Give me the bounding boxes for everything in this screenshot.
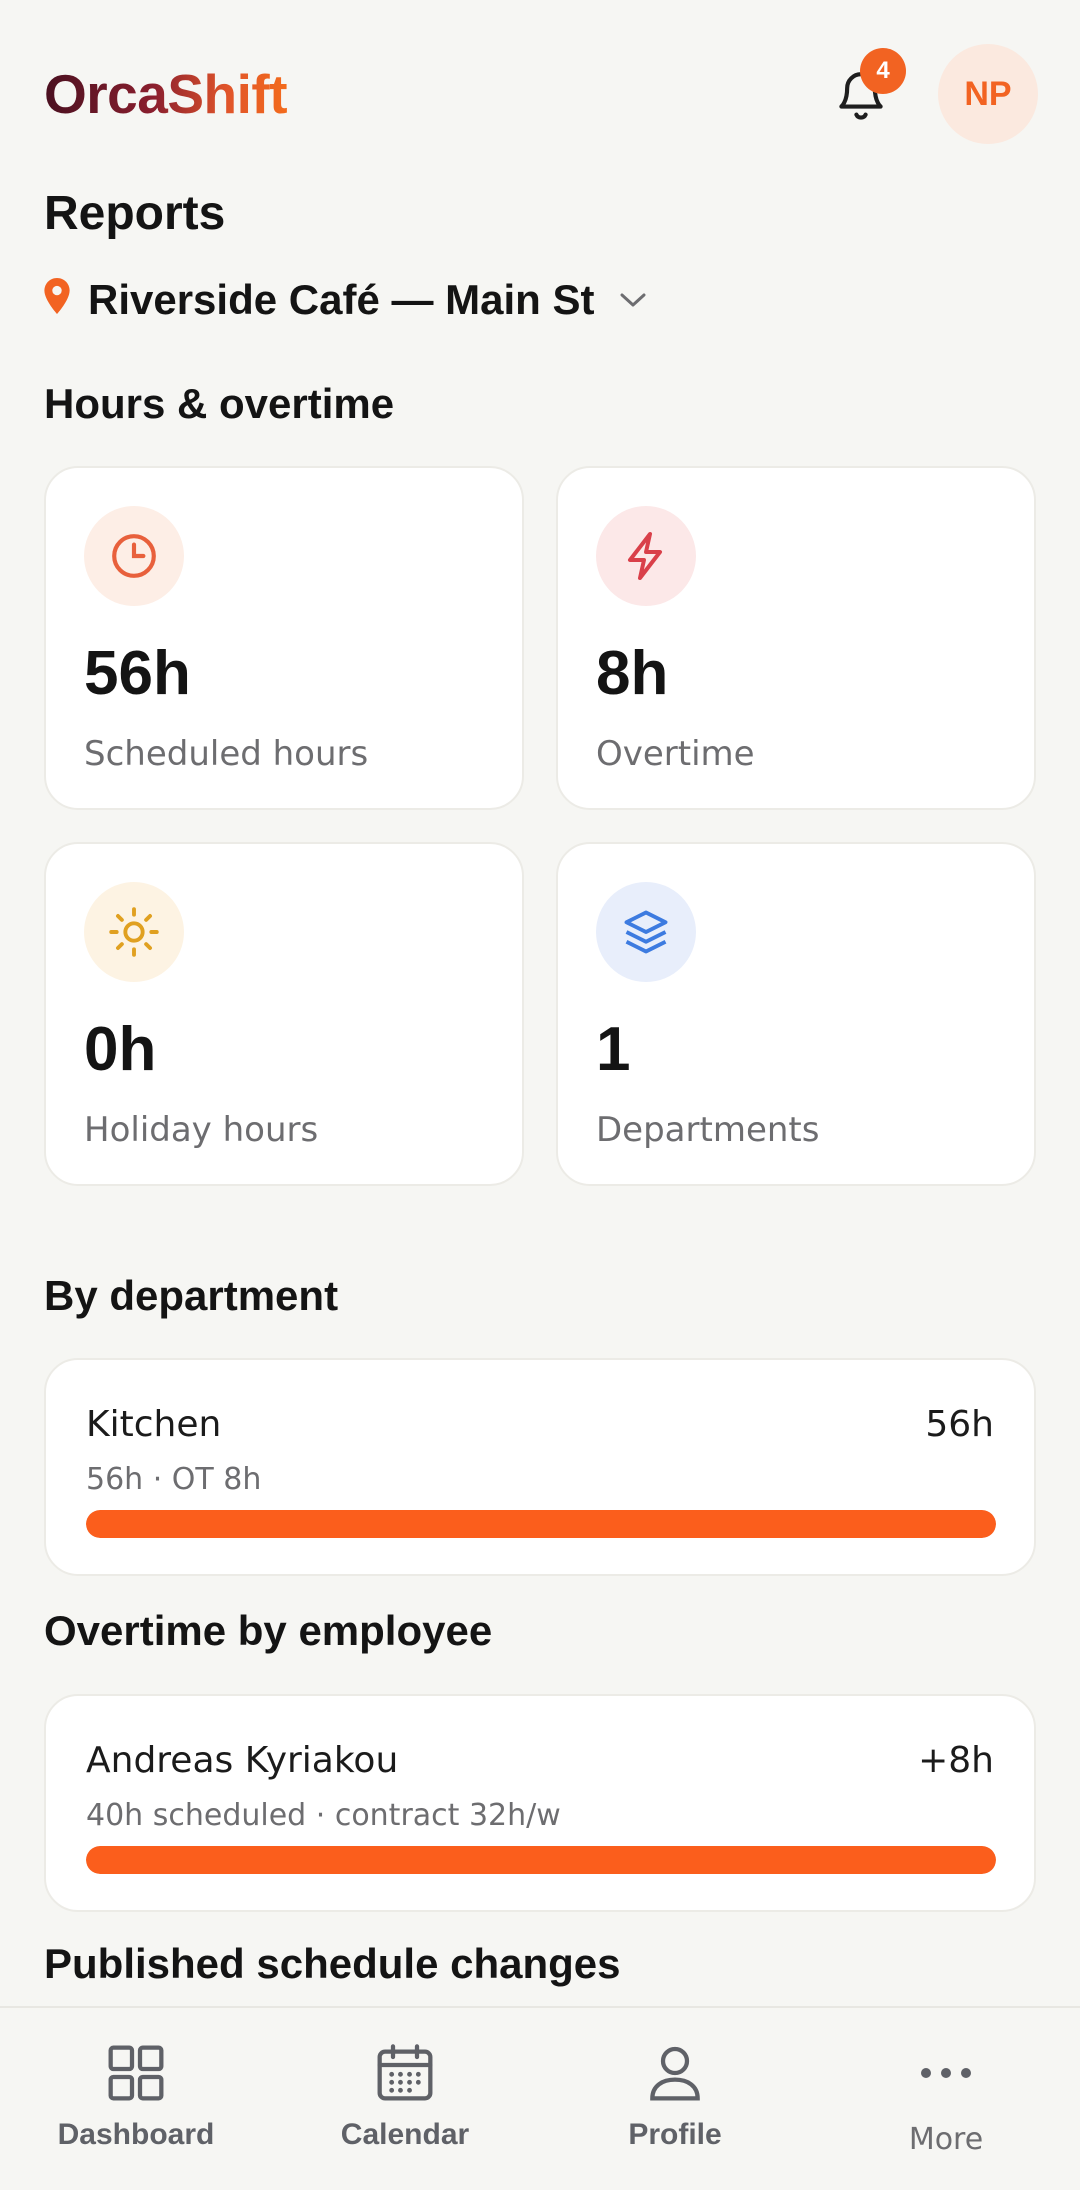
department-detail: 56h · OT 8h <box>86 1462 262 1497</box>
stat-label: Scheduled hours <box>84 734 369 774</box>
app-header: OrcaShift 4 NP <box>0 0 1080 190</box>
stat-value: 56h <box>84 639 191 708</box>
nav-more-label: More <box>908 2122 984 2157</box>
progress-fill <box>86 1510 996 1538</box>
employee-name: Andreas Kyriakou <box>86 1740 399 1781</box>
nav-dashboard-label: Dashboard <box>57 2118 215 2151</box>
employee-progress-bar <box>86 1846 996 1874</box>
stat-value: 8h <box>596 639 669 708</box>
progress-fill <box>86 1846 996 1874</box>
clock-icon <box>84 506 184 606</box>
stat-label: Overtime <box>596 734 755 774</box>
nav-calendar-label: Calendar <box>340 2118 470 2151</box>
department-progress-bar <box>86 1510 996 1538</box>
page-title: Reports <box>44 187 226 240</box>
nav-profile-label: Profile <box>628 2118 722 2151</box>
calendar-icon <box>373 2034 437 2112</box>
department-section-title: By department <box>44 1272 339 1319</box>
stat-label: Holiday hours <box>84 1110 319 1150</box>
app-logo[interactable]: OrcaShift <box>44 62 288 126</box>
employee-overtime: +8h <box>918 1740 994 1781</box>
department-row-kitchen[interactable]: Kitchen 56h 56h · OT 8h <box>44 1358 1036 1576</box>
location-pin-icon <box>44 276 70 324</box>
sun-icon <box>84 882 184 982</box>
notification-badge: 4 <box>860 48 906 94</box>
dashboard-grid-icon <box>104 2034 168 2112</box>
avatar[interactable]: NP <box>938 44 1038 144</box>
stat-card-overtime[interactable]: 8h Overtime <box>556 466 1036 810</box>
location-name: Riverside Café — Main St <box>88 276 595 323</box>
nav-more[interactable]: More <box>836 2034 1056 2174</box>
location-selector[interactable]: Riverside Café — Main St <box>44 272 648 328</box>
nav-calendar[interactable]: Calendar <box>295 2034 515 2174</box>
stat-card-holiday-hours[interactable]: 0h Holiday hours <box>44 842 524 1186</box>
nav-profile[interactable]: Profile <box>565 2034 785 2174</box>
department-name: Kitchen <box>86 1404 222 1445</box>
department-hours: 56h <box>925 1404 994 1445</box>
lightning-icon <box>596 506 696 606</box>
hours-section-title: Hours & overtime <box>44 380 395 427</box>
bottom-navigation: Dashboard Calendar Profile More <box>0 2006 1080 2190</box>
stat-card-scheduled-hours[interactable]: 56h Scheduled hours <box>44 466 524 810</box>
employee-row-andreas-kyriakou[interactable]: Andreas Kyriakou +8h 40h scheduled · con… <box>44 1694 1036 1912</box>
layers-icon <box>596 882 696 982</box>
more-dots-icon <box>916 2034 976 2112</box>
changes-section-title: Published schedule changes <box>44 1940 621 1987</box>
person-icon <box>643 2034 707 2112</box>
chevron-down-icon <box>618 290 648 310</box>
stat-card-departments[interactable]: 1 Departments <box>556 842 1036 1186</box>
stat-value: 0h <box>84 1015 157 1084</box>
stat-label: Departments <box>596 1110 820 1150</box>
nav-dashboard[interactable]: Dashboard <box>26 2034 246 2174</box>
overtime-section-title: Overtime by employee <box>44 1607 493 1654</box>
employee-detail: 40h scheduled · contract 32h/w <box>86 1798 561 1833</box>
reports-screen: OrcaShift 4 NP Reports Riverside Café — … <box>0 0 1080 2190</box>
stat-value: 1 <box>596 1015 631 1084</box>
